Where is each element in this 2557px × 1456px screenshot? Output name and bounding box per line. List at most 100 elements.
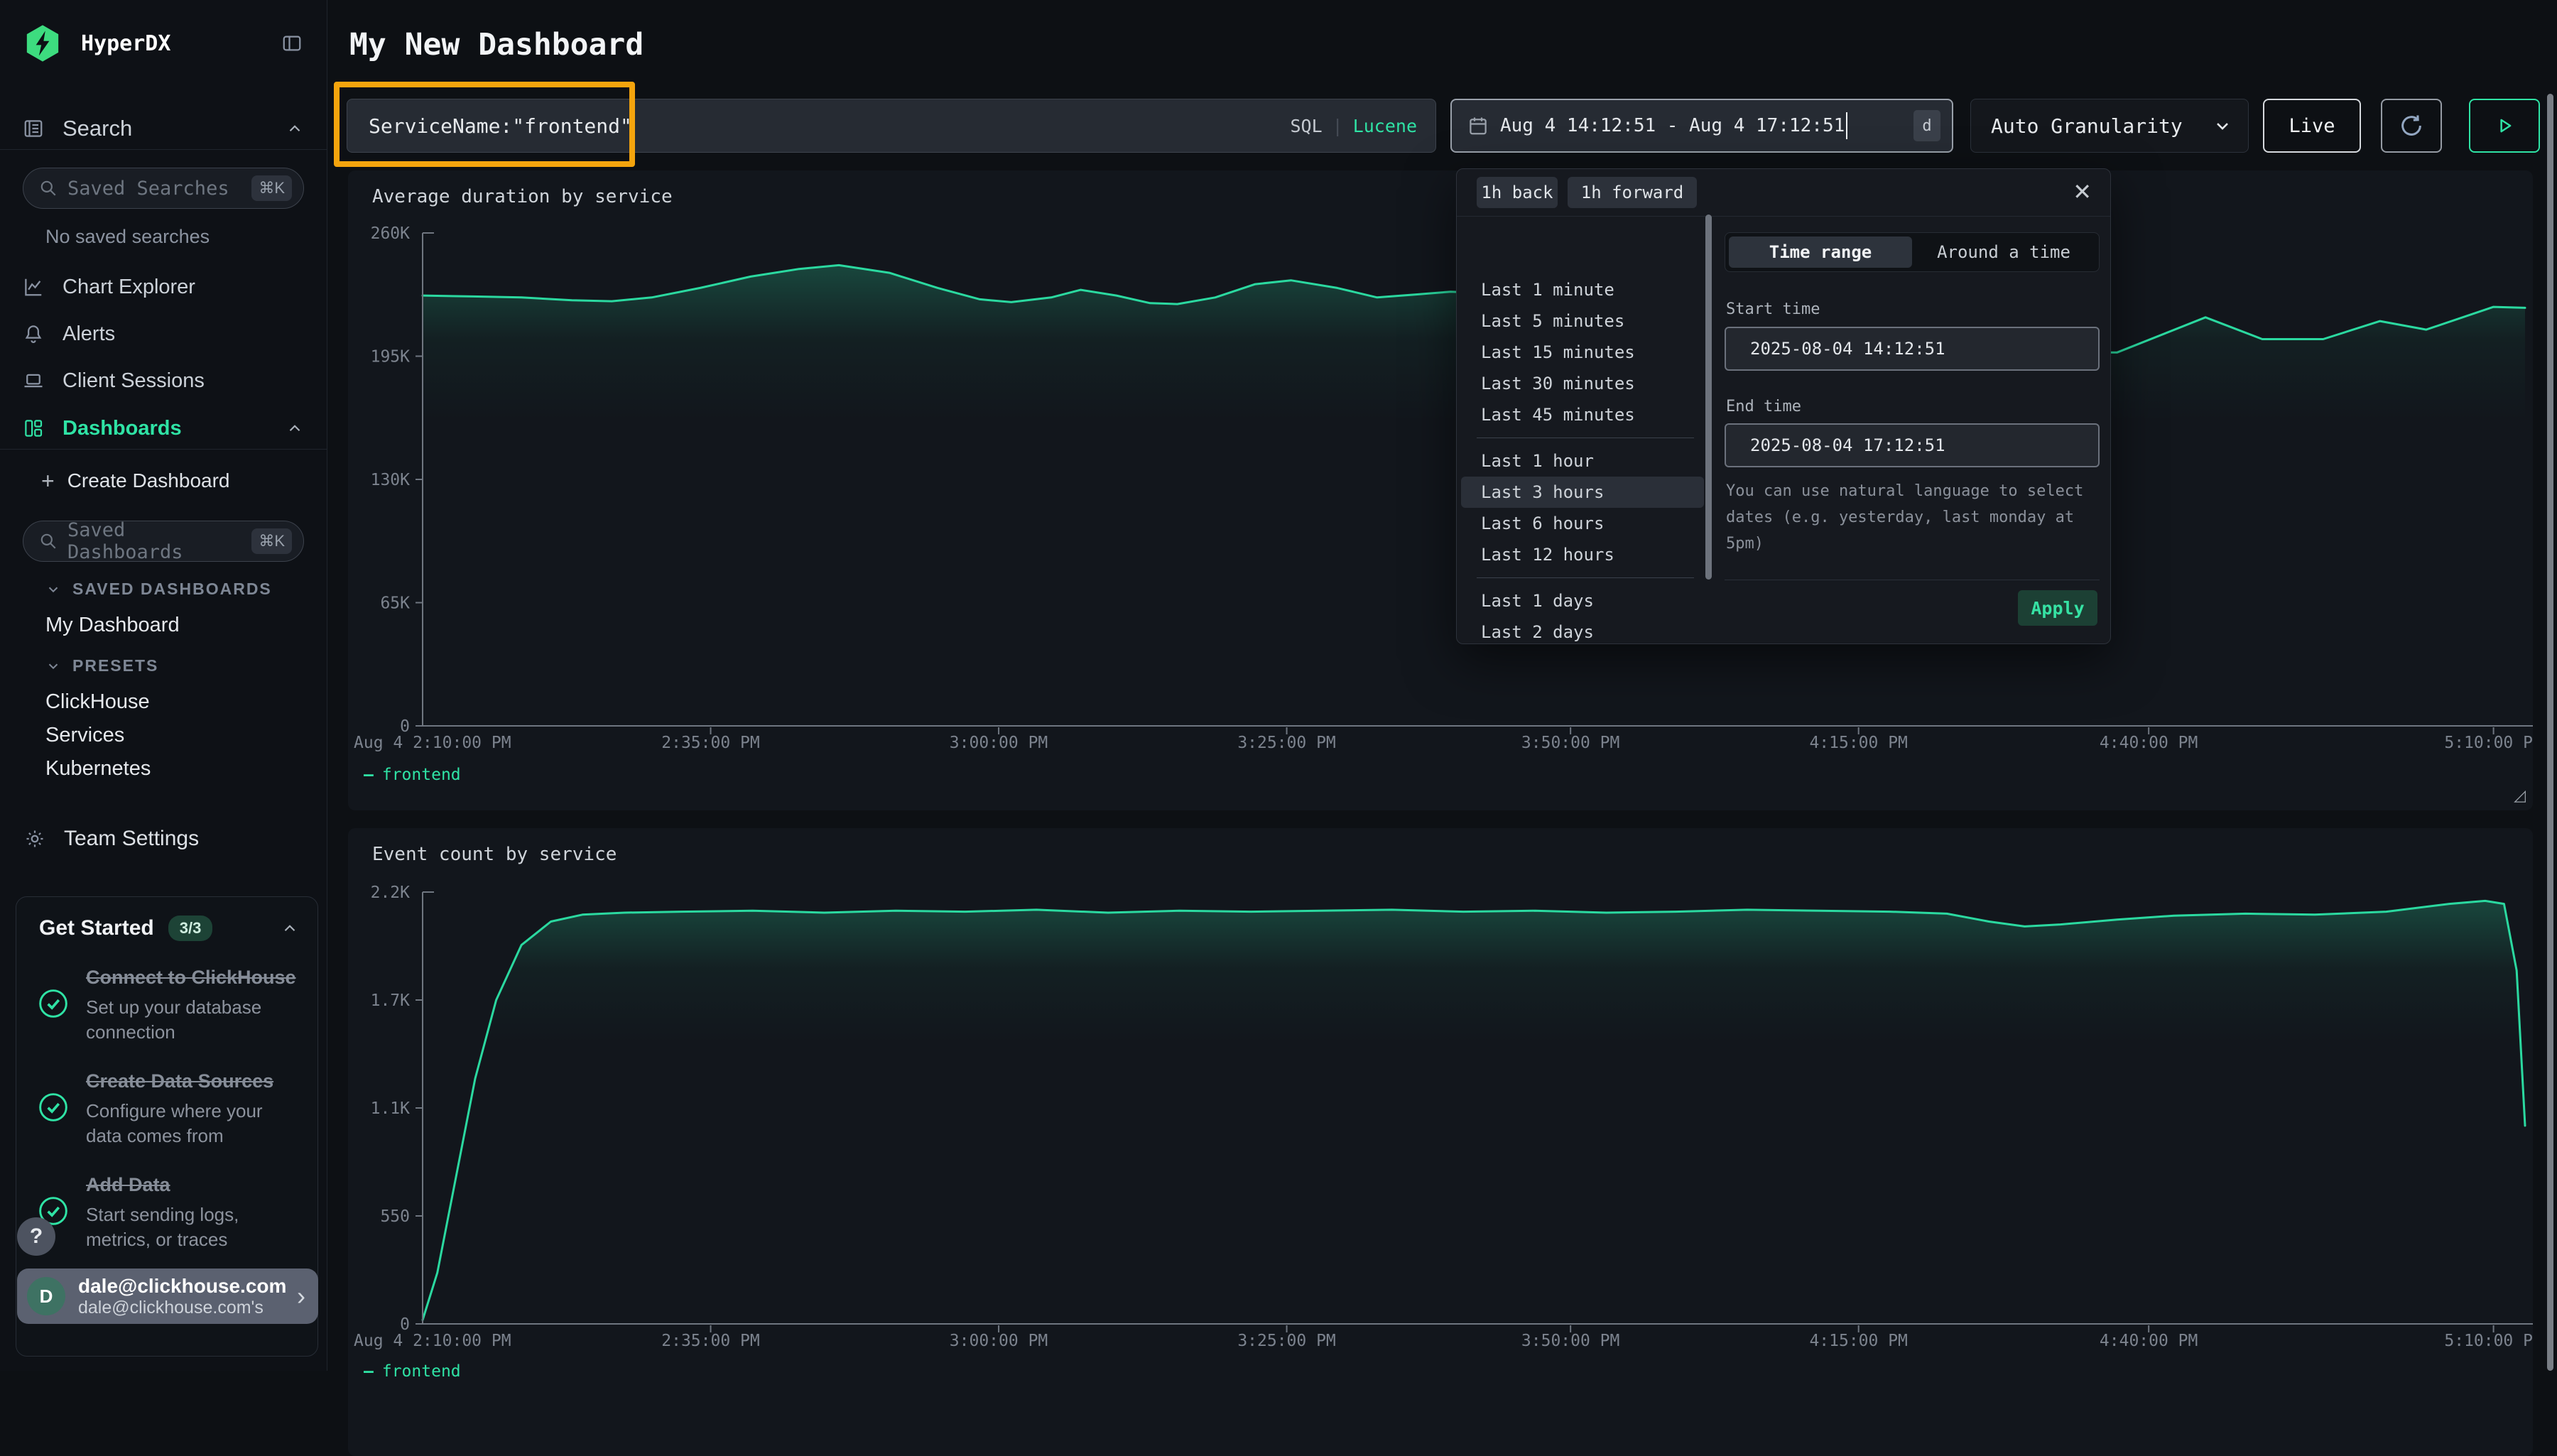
user-menu[interactable]: D dale@clickhouse.com dale@clickhouse.co… <box>17 1268 318 1324</box>
sidebar-item-search[interactable]: Search <box>23 112 304 145</box>
live-button[interactable]: Live <box>2263 99 2361 153</box>
svg-text:5:10:00 PM: 5:10:00 PM <box>2444 1332 2533 1350</box>
apply-button[interactable]: Apply <box>2018 590 2097 626</box>
range-option[interactable]: Last 1 hour <box>1461 445 1704 477</box>
shortcut-badge: ⌘K <box>251 175 292 201</box>
chevron-up-icon <box>286 119 304 138</box>
svg-text:2.2K: 2.2K <box>371 884 411 902</box>
section-label: PRESETS <box>72 656 158 675</box>
sidebar-item-client-sessions[interactable]: Client Sessions <box>23 364 304 397</box>
range-option[interactable]: Last 12 hours <box>1461 539 1704 570</box>
get-started-step-sources[interactable]: Create Data Sources Configure where your… <box>38 1066 299 1148</box>
avatar: D <box>27 1277 65 1315</box>
sql-toggle[interactable]: SQL <box>1290 116 1322 136</box>
legend-dash-icon: — <box>364 1362 374 1381</box>
end-time-input[interactable]: 2025-08-04 17:12:51 <box>1725 423 2100 467</box>
range-option[interactable]: Last 2 days <box>1461 616 1704 644</box>
line-chart-event-count: 05501.1K1.7K2.2KAug 4 2:10:00 PM2:35:00 … <box>348 828 2533 1456</box>
range-option[interactable]: Last 6 hours <box>1461 508 1704 539</box>
chevron-right-icon: › <box>297 1281 305 1311</box>
bell-icon <box>23 323 44 344</box>
svg-text:260K: 260K <box>371 224 411 243</box>
svg-text:5:10:00 PM: 5:10:00 PM <box>2444 734 2533 752</box>
resize-handle-icon[interactable]: ◿ <box>2514 786 2526 805</box>
shift-back-button[interactable]: 1h back <box>1477 177 1558 208</box>
step-desc: Start sending logs, metrics, or traces <box>86 1202 292 1252</box>
hyperdx-logo-icon <box>23 23 63 64</box>
sidebar-item-label: Chart Explorer <box>63 276 195 299</box>
step-title: Create Data Sources <box>86 1066 313 1096</box>
saved-searches-placeholder: Saved Searches <box>67 178 241 200</box>
chevron-down-icon <box>45 658 61 674</box>
saved-dashboards-input[interactable]: Saved Dashboards ⌘K <box>23 521 304 562</box>
sidebar-item-team-settings[interactable]: Team Settings <box>24 822 305 855</box>
shift-forward-button[interactable]: 1h forward <box>1568 177 1697 208</box>
svg-text:3:25:00 PM: 3:25:00 PM <box>1237 734 1335 752</box>
time-range-input[interactable]: Aug 4 14:12:51 - Aug 4 17:12:51 d <box>1450 99 1953 153</box>
collapse-sidebar-icon[interactable] <box>280 33 304 54</box>
svg-text:130K: 130K <box>371 471 411 489</box>
time-picker-popup: 1h back 1h forward ✕ Last 1 minute Last … <box>1456 168 2111 644</box>
play-button[interactable] <box>2469 99 2540 153</box>
range-option[interactable]: Last 15 minutes <box>1461 337 1704 368</box>
get-started-step-connect[interactable]: Connect to ClickHouse Set up your databa… <box>38 962 299 1045</box>
time-range-value: Aug 4 14:12:51 - Aug 4 17:12:51 <box>1500 115 1845 136</box>
range-option[interactable]: Last 30 minutes <box>1461 368 1704 399</box>
brand-name: HyperDX <box>81 31 170 56</box>
range-option[interactable]: Last 1 minute <box>1461 274 1704 305</box>
user-email: dale@clickhouse.com <box>78 1274 284 1298</box>
get-started-badge: 3/3 <box>168 916 213 941</box>
scrollbar-thumb[interactable] <box>1705 214 1712 580</box>
sidebar-item-my-dashboard[interactable]: My Dashboard <box>45 614 180 637</box>
range-option[interactable]: Last 45 minutes <box>1461 399 1704 430</box>
chevron-up-icon <box>281 919 299 938</box>
user-text: dale@clickhouse.com dale@clickhouse.com'… <box>78 1274 284 1318</box>
sidebar-item-dashboards[interactable]: Dashboards <box>23 412 304 445</box>
svg-text:3:50:00 PM: 3:50:00 PM <box>1521 1332 1619 1350</box>
get-started-step-add-data[interactable]: Add Data Start sending logs, metrics, or… <box>38 1170 299 1252</box>
close-icon[interactable]: ✕ <box>2073 179 2092 205</box>
step-desc: Configure where your data comes from <box>86 1099 299 1148</box>
create-dashboard-label: Create Dashboard <box>67 469 230 492</box>
page-scrollbar[interactable] <box>2547 94 2553 1371</box>
section-saved-dashboards[interactable]: SAVED DASHBOARDS <box>45 580 272 599</box>
range-option[interactable]: Last 1 days <box>1461 585 1704 616</box>
no-saved-searches-text: No saved searches <box>45 226 210 248</box>
chart-legend[interactable]: — frontend <box>364 766 461 784</box>
sidebar-item-chart-explorer[interactable]: Chart Explorer <box>23 271 304 303</box>
start-time-input[interactable]: 2025-08-04 14:12:51 <box>1725 327 2100 371</box>
refresh-button[interactable] <box>2381 99 2442 153</box>
sidebar-item-services[interactable]: Services <box>45 724 124 747</box>
svg-text:Aug 4 2:10:00 PM: Aug 4 2:10:00 PM <box>354 1332 511 1350</box>
chart-panel-average-duration[interactable]: Average duration by service 065K130K195K… <box>348 170 2533 810</box>
tab-around-a-time[interactable]: Around a time <box>1912 237 2095 268</box>
svg-text:Aug 4 2:10:00 PM: Aug 4 2:10:00 PM <box>354 734 511 752</box>
svg-text:3:00:00 PM: 3:00:00 PM <box>950 734 1048 752</box>
sidebar-item-alerts[interactable]: Alerts <box>23 317 304 350</box>
chart-panel-event-count[interactable]: Event count by service 05501.1K1.7K2.2KA… <box>348 828 2533 1456</box>
search-journal-icon <box>23 118 44 139</box>
section-presets[interactable]: PRESETS <box>45 656 158 675</box>
tab-time-range[interactable]: Time range <box>1729 237 1912 268</box>
sidebar-item-label: Team Settings <box>64 827 199 851</box>
chart-legend[interactable]: — frontend <box>364 1362 461 1381</box>
svg-text:195K: 195K <box>371 348 411 366</box>
get-started-header[interactable]: Get Started 3/3 <box>39 916 299 941</box>
sidebar-item-label: Client Sessions <box>63 369 205 393</box>
step-text: Add Data Start sending logs, metrics, or… <box>86 1170 299 1252</box>
granularity-value: Auto Granularity <box>1991 114 2183 138</box>
legend-dash-icon: — <box>364 766 374 784</box>
sidebar-item-kubernetes[interactable]: Kubernetes <box>45 757 151 781</box>
range-option-selected[interactable]: Last 3 hours <box>1461 477 1704 508</box>
range-option[interactable]: Last 5 minutes <box>1461 305 1704 337</box>
lucene-toggle[interactable]: Lucene <box>1353 116 1417 136</box>
chevron-down-icon <box>45 582 61 597</box>
granularity-select[interactable]: Auto Granularity <box>1970 99 2249 153</box>
help-button[interactable]: ? <box>17 1217 55 1256</box>
start-time-label: Start time <box>1726 300 1820 318</box>
relative-range-list: Last 1 minute Last 5 minutes Last 15 min… <box>1457 217 1714 644</box>
saved-searches-input[interactable]: Saved Searches ⌘K <box>23 168 304 209</box>
duration-badge: d <box>1913 110 1940 141</box>
sidebar-item-clickhouse[interactable]: ClickHouse <box>45 690 150 714</box>
create-dashboard-button[interactable]: + Create Dashboard <box>41 464 304 497</box>
